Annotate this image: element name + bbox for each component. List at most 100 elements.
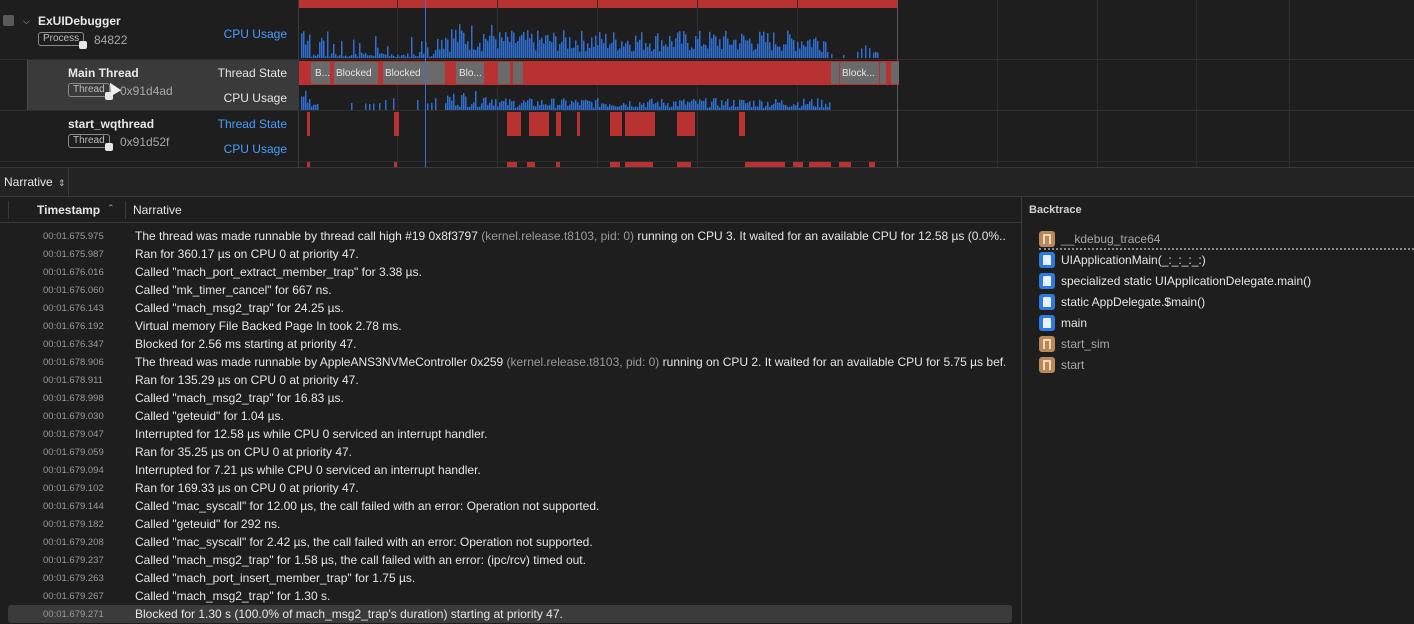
process-tag-label: Process xyxy=(43,33,80,44)
process-lane-cpu-usage[interactable]: CPU Usage xyxy=(197,27,287,41)
cpu-bar xyxy=(827,106,829,110)
table-row[interactable]: 00:01.678.906 The thread was made runnabl… xyxy=(0,353,1022,371)
backtrace-frame[interactable]: start_sim xyxy=(1039,334,1414,355)
cpu-bar xyxy=(637,41,639,58)
wqthread-lane-cpu-usage[interactable]: CPU Usage xyxy=(197,142,287,156)
cpu-bar xyxy=(767,32,769,58)
cpu-bar xyxy=(387,46,389,58)
cpu-bar xyxy=(419,52,421,58)
table-row[interactable]: 00:01.675.975 The thread was made runnabl… xyxy=(0,227,1022,245)
cpu-bar xyxy=(753,100,755,110)
cpu-bar xyxy=(815,106,817,110)
main-thread-id: 0x91d4ad xyxy=(120,84,173,98)
row-narrative: Called "mach_msg2_trap" for 24.25 µs. xyxy=(135,301,1005,315)
cpu-bar xyxy=(813,39,815,58)
table-row[interactable]: 00:01.679.182 Called "geteuid" for 292 ns… xyxy=(0,515,1022,533)
timeline-region[interactable]: B... Blocked Blocked Blo... Block... xyxy=(298,0,899,167)
cpu-bar xyxy=(771,104,773,110)
cpu-bar xyxy=(843,54,845,58)
table-row[interactable]: 00:01.678.911 Ran for 135.29 µs on CPU 0 … xyxy=(0,371,1022,389)
table-row[interactable]: 00:01.676.192 Virtual memory File Backed … xyxy=(0,317,1022,335)
cpu-bar xyxy=(695,100,697,110)
narrative-scope-popup[interactable]: Narrative ⇕ xyxy=(4,175,66,189)
cpu-bar xyxy=(781,100,783,110)
table-row[interactable]: 00:01.679.094 Interrupted for 7.21 µs whi… xyxy=(0,461,1022,479)
cpu-bar xyxy=(623,46,625,58)
table-row[interactable]: 00:01.679.237 Called "mach_msg2_trap" for… xyxy=(0,551,1022,569)
disclosure-chevron-icon[interactable]: ⌵ xyxy=(23,16,30,27)
cpu-bar xyxy=(671,41,673,58)
narrative-text-tail: running on CPU 2. It waited for an avail… xyxy=(659,355,1005,369)
timestamp-column-header[interactable]: Timestamp xyxy=(37,203,100,217)
inspection-cursor[interactable] xyxy=(425,0,426,167)
process-tag[interactable]: Process xyxy=(38,32,88,49)
cpu-bar xyxy=(469,106,471,110)
cpu-bar xyxy=(487,105,489,110)
cpu-bar xyxy=(743,99,745,110)
row-timestamp: 00:01.678.906 xyxy=(43,357,104,368)
table-row[interactable]: 00:01.679.271 Blocked for 1.30 s (100.0% … xyxy=(8,605,1012,623)
cpu-bar xyxy=(825,41,827,58)
cpu-bar xyxy=(465,96,467,110)
cpu-bar xyxy=(541,37,543,58)
cpu-bar xyxy=(545,35,547,58)
state-segment-label: B... xyxy=(315,68,330,79)
sort-ascending-icon[interactable]: ⌃ xyxy=(107,203,115,214)
table-row[interactable]: 00:01.676.347 Blocked for 2.56 ms startin… xyxy=(0,335,1022,353)
cpu-bar xyxy=(747,102,749,110)
backtrace-frame[interactable]: static AppDelegate.$main() xyxy=(1039,292,1414,313)
table-row[interactable]: 00:01.679.267 Called "mach_msg2_trap" for… xyxy=(0,587,1022,605)
cpu-bar xyxy=(641,104,643,110)
track-pin-icon[interactable] xyxy=(3,15,14,26)
backtrace-frame[interactable]: start xyxy=(1039,355,1414,376)
user-code-icon xyxy=(1039,252,1055,268)
narrative-column-header[interactable]: Narrative xyxy=(133,203,182,217)
cpu-bar xyxy=(769,42,771,58)
cpu-bar xyxy=(623,103,625,110)
frame-function-name: start xyxy=(1061,358,1085,372)
blocked-segment xyxy=(529,112,549,136)
cpu-bar xyxy=(717,105,719,110)
table-row[interactable]: 00:01.679.030 Called "geteuid" for 1.04 µ… xyxy=(0,407,1022,425)
table-row[interactable]: 00:01.675.987 Ran for 360.17 µs on CPU 0 … xyxy=(0,245,1022,263)
cpu-bar xyxy=(801,41,803,58)
cpu-bar xyxy=(587,100,589,110)
cpu-bar xyxy=(659,51,661,58)
wqthread-tag[interactable]: Thread xyxy=(68,134,113,151)
cpu-bar xyxy=(751,43,753,58)
table-row[interactable]: 00:01.678.998 Called "mach_msg2_trap" for… xyxy=(0,389,1022,407)
main-thread-lane-thread-state[interactable]: Thread State xyxy=(197,66,287,80)
table-row[interactable]: 00:01.679.208 Called "mac_syscall" for 2.… xyxy=(0,533,1022,551)
main-thread-lane-cpu-usage[interactable]: CPU Usage xyxy=(197,91,287,105)
backtrace-frames: __kdebug_trace64 UIApplicationMain(_:_:_:… xyxy=(1039,229,1414,376)
backtrace-frame[interactable]: specialized static UIApplicationDelegate… xyxy=(1039,271,1414,292)
table-row[interactable]: 00:01.676.016 Called "mach_port_extract_m… xyxy=(0,263,1022,281)
cpu-bar xyxy=(599,106,601,110)
cpu-bar xyxy=(461,95,463,110)
table-row[interactable]: 00:01.679.102 Ran for 169.33 µs on CPU 0 … xyxy=(0,479,1022,497)
table-row[interactable]: 00:01.679.263 Called "mach_port_insert_me… xyxy=(0,569,1022,587)
table-row[interactable]: 00:01.679.047 Interrupted for 12.58 µs wh… xyxy=(0,425,1022,443)
cpu-bar xyxy=(651,98,653,110)
cpu-bar xyxy=(663,45,665,58)
cpu-bar xyxy=(457,41,459,58)
cpu-bar xyxy=(437,39,439,58)
table-row[interactable]: 00:01.676.060 Called "mk_timer_cancel" fo… xyxy=(0,281,1022,299)
table-row[interactable]: 00:01.679.059 Ran for 35.25 µs on CPU 0 a… xyxy=(0,443,1022,461)
backtrace-frame[interactable]: __kdebug_trace64 xyxy=(1039,229,1414,250)
table-row[interactable]: 00:01.676.143 Called "mach_msg2_trap" for… xyxy=(0,299,1022,317)
wqthread-lane-thread-state[interactable]: Thread State xyxy=(197,117,287,131)
cpu-bar xyxy=(471,25,473,58)
cpu-bar xyxy=(705,44,707,58)
cpu-bar xyxy=(669,35,671,58)
cpu-bar xyxy=(637,107,639,110)
backtrace-frame[interactable]: main xyxy=(1039,313,1414,334)
backtrace-frame[interactable]: UIApplicationMain(_:_:_:_:) xyxy=(1039,250,1414,271)
narrative-table[interactable]: Timestamp ⌃ Narrative 00:01.675.975 The t… xyxy=(0,197,1022,624)
cpu-bar xyxy=(809,101,811,110)
cpu-bar xyxy=(687,42,689,58)
table-row[interactable]: 00:01.679.144 Called "mac_syscall" for 12… xyxy=(0,497,1022,515)
wqthread-id: 0x91d52f xyxy=(120,135,170,149)
cpu-bar xyxy=(699,99,701,110)
cpu-bar xyxy=(799,48,801,58)
